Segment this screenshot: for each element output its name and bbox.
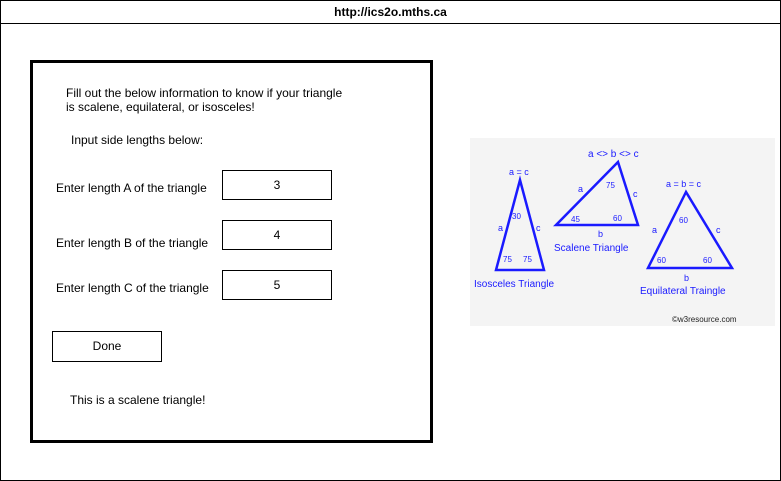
- equilateral-top-label: a = b = c: [666, 179, 702, 189]
- scalene-side-c: c: [633, 189, 638, 199]
- scalene-side-a: a: [578, 184, 583, 194]
- length-b-input[interactable]: 4: [222, 220, 332, 250]
- equilateral-side-c: c: [716, 225, 721, 235]
- scalene-side-b: b: [598, 229, 603, 239]
- equilateral-angle-right: 60: [703, 256, 712, 265]
- scalene-title: Scalene Triangle: [554, 243, 629, 254]
- equilateral-angle-left: 60: [657, 256, 666, 265]
- equilateral-title: Equilateral Traingle: [640, 286, 726, 297]
- scalene-angle-right: 60: [613, 214, 622, 223]
- isosceles-side-c: c: [536, 223, 541, 233]
- isosceles-title: Isosceles Triangle: [474, 279, 554, 290]
- intro-text: Fill out the below information to know i…: [66, 86, 343, 114]
- length-a-label: Enter length A of the triangle: [56, 181, 207, 195]
- equilateral-angle-top: 60: [679, 216, 688, 225]
- equilateral-side-a: a: [652, 225, 657, 235]
- input-instructions: Input side lengths below:: [71, 133, 204, 147]
- scalene-angle-left: 45: [571, 215, 580, 224]
- isosceles-top-label: a = c: [509, 167, 529, 177]
- length-c-label: Enter length C of the triangle: [56, 281, 209, 295]
- length-c-input[interactable]: 5: [222, 270, 332, 300]
- scalene-triangle-shape: [553, 159, 640, 227]
- length-a-input[interactable]: 3: [222, 170, 332, 200]
- isosceles-angle-left: 75: [503, 255, 512, 264]
- address-bar[interactable]: http://ics2o.mths.ca: [0, 0, 781, 24]
- equilateral-side-b: b: [684, 273, 689, 283]
- image-credit: ©w3resource.com: [672, 315, 737, 324]
- isosceles-angle-top: 30: [512, 212, 521, 221]
- result-message: This is a scalene triangle!: [70, 393, 206, 407]
- triangle-form-panel: Fill out the below information to know i…: [30, 60, 433, 443]
- scalene-angle-top: 75: [606, 181, 615, 190]
- isosceles-angle-right: 75: [523, 255, 532, 264]
- triangle-types-image: a = c a c 30 75 75 Isosceles Triangle a …: [470, 138, 775, 326]
- length-b-label: Enter length B of the triangle: [56, 236, 209, 250]
- done-button[interactable]: Done: [52, 331, 162, 362]
- isosceles-side-a: a: [498, 223, 503, 233]
- scalene-top-label: a <> b <> c: [588, 149, 639, 160]
